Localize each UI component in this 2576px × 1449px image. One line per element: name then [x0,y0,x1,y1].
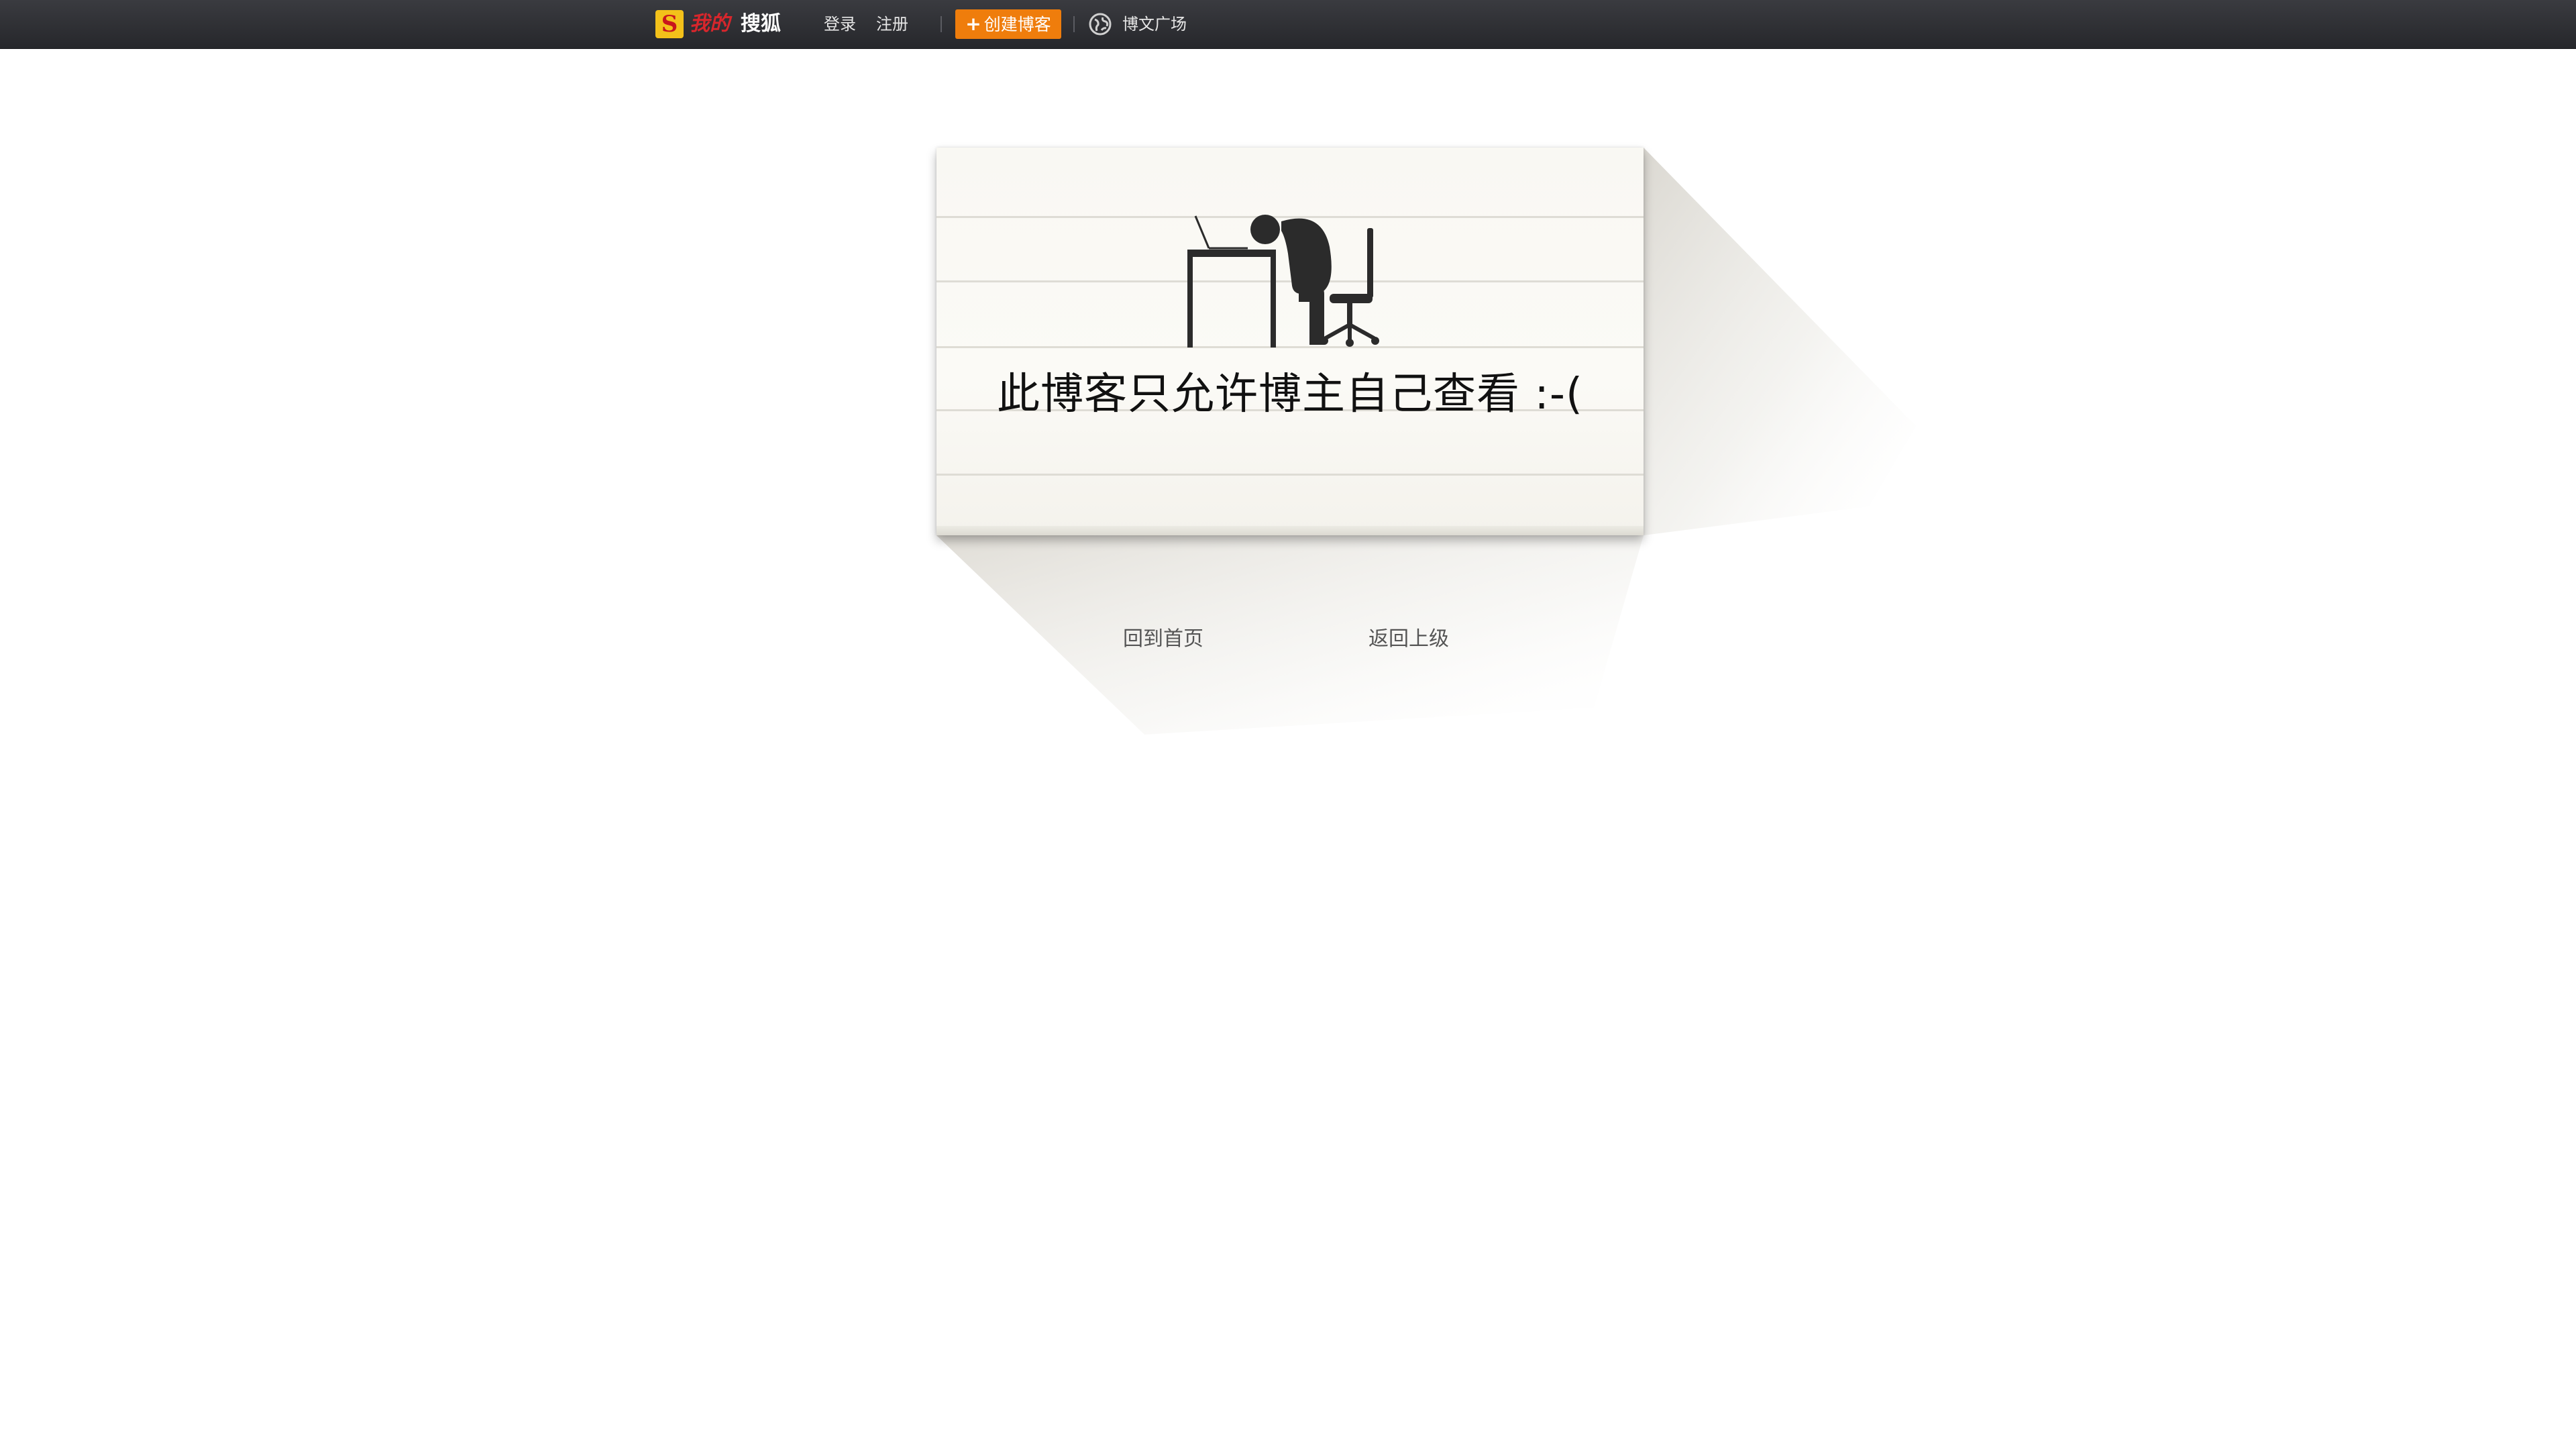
blog-square-link[interactable]: 博文广场 [1122,9,1187,39]
plus-icon: + [965,13,981,35]
person-slumped-at-desk-icon [1187,215,1379,347]
create-blog-label: 创建博客 [983,15,1051,34]
back-to-home-link[interactable]: 回到首页 [1123,623,1203,656]
go-back-link[interactable]: 返回上级 [1368,623,1449,656]
nav-divider [1073,16,1075,32]
card-bottom-edge [936,526,1644,535]
logo-badge-letter: S [661,11,678,38]
create-blog-button[interactable]: + 创建博客 [955,9,1061,39]
login-link[interactable]: 登录 [824,9,856,39]
globe-icon[interactable] [1088,12,1112,36]
nav-divider [941,16,942,32]
register-link[interactable]: 注册 [876,9,908,39]
private-blog-message: 此博客只允许博主自己查看 :-( [997,370,1583,419]
top-navigation-bar: S 我的 搜狐 登录 注册 + 创建博客 博文广场 [0,0,2576,49]
sohu-logo-icon[interactable]: S [655,10,684,38]
logo-my-text[interactable]: 我的 [690,9,730,39]
logo-sohu-text[interactable]: 搜狐 [741,9,781,39]
card-rule-line [936,474,1644,476]
